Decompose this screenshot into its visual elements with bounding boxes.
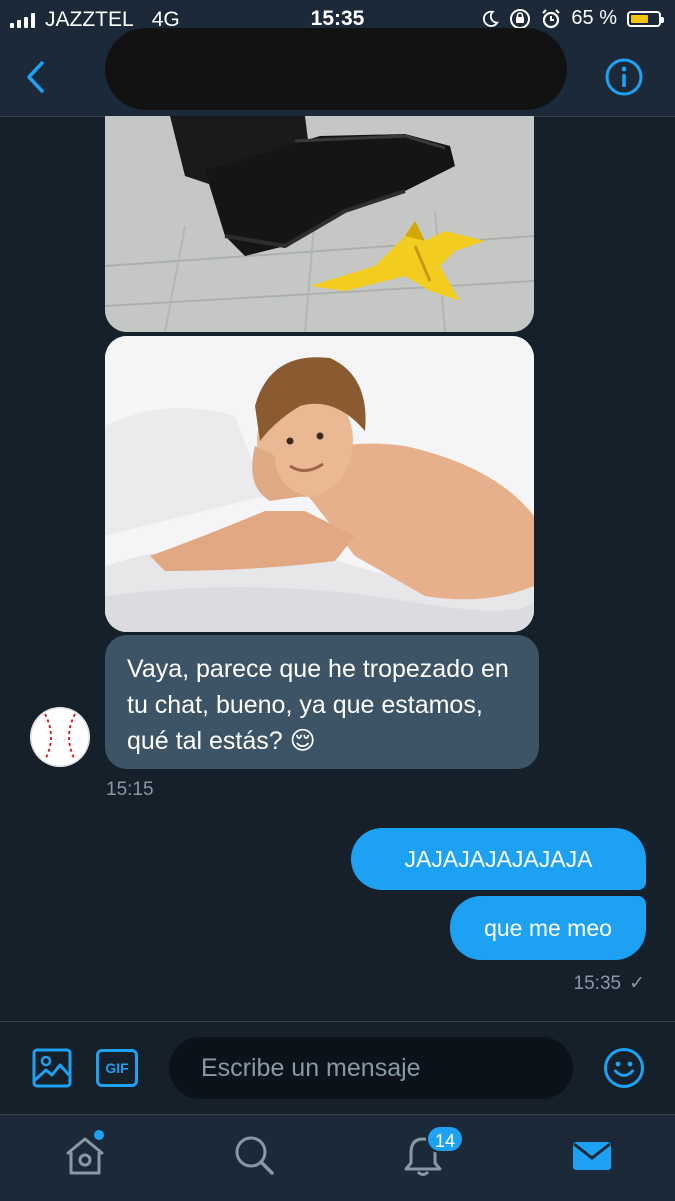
outgoing-message-text: JAJAJAJAJAJAJA xyxy=(404,846,593,872)
notifications-badge: 14 xyxy=(426,1125,464,1153)
read-check-icon: ✓ xyxy=(629,973,645,994)
incoming-message-text: Vaya, parece que he tropezado en tu chat… xyxy=(127,655,509,755)
gif-icon[interactable]: GIF xyxy=(96,1049,138,1087)
mail-icon[interactable] xyxy=(570,1133,614,1177)
message-input[interactable] xyxy=(169,1037,573,1099)
search-icon[interactable] xyxy=(232,1133,276,1177)
redacted-conversation-title xyxy=(105,28,567,110)
shoe-banana-photo xyxy=(105,116,534,332)
image-message-man-in-bed[interactable] xyxy=(105,336,534,632)
outgoing-message-bubble[interactable]: JAJAJAJAJAJAJA xyxy=(351,828,646,890)
incoming-timestamp: 15:15 xyxy=(106,779,154,800)
image-icon[interactable] xyxy=(32,1048,72,1088)
conversation-header xyxy=(0,28,675,117)
message-composer: GIF xyxy=(0,1021,675,1115)
battery-percent: 65 % xyxy=(571,7,617,29)
alarm-icon xyxy=(542,8,561,28)
battery-icon xyxy=(627,10,664,27)
home-unread-dot xyxy=(94,1130,104,1140)
info-icon[interactable] xyxy=(604,57,644,97)
outgoing-message-text: que me meo xyxy=(484,915,612,941)
avatar[interactable] xyxy=(29,706,91,768)
emoji-icon[interactable] xyxy=(603,1047,645,1089)
orientation-lock-icon xyxy=(510,8,531,29)
moon-icon xyxy=(483,10,500,27)
man-in-bed-photo xyxy=(105,336,534,632)
status-right: 65 % xyxy=(481,7,664,30)
incoming-message-bubble[interactable]: Vaya, parece que he tropezado en tu chat… xyxy=(105,635,539,769)
outgoing-message-bubble[interactable]: que me meo xyxy=(450,896,646,960)
outgoing-timestamp: 15:35 xyxy=(573,972,622,994)
back-arrow-icon[interactable] xyxy=(20,58,54,96)
image-message-shoe-banana[interactable] xyxy=(105,116,534,332)
outgoing-status: 15:35 ✓ xyxy=(574,972,645,995)
bottom-tab-bar: 14 xyxy=(0,1114,675,1201)
